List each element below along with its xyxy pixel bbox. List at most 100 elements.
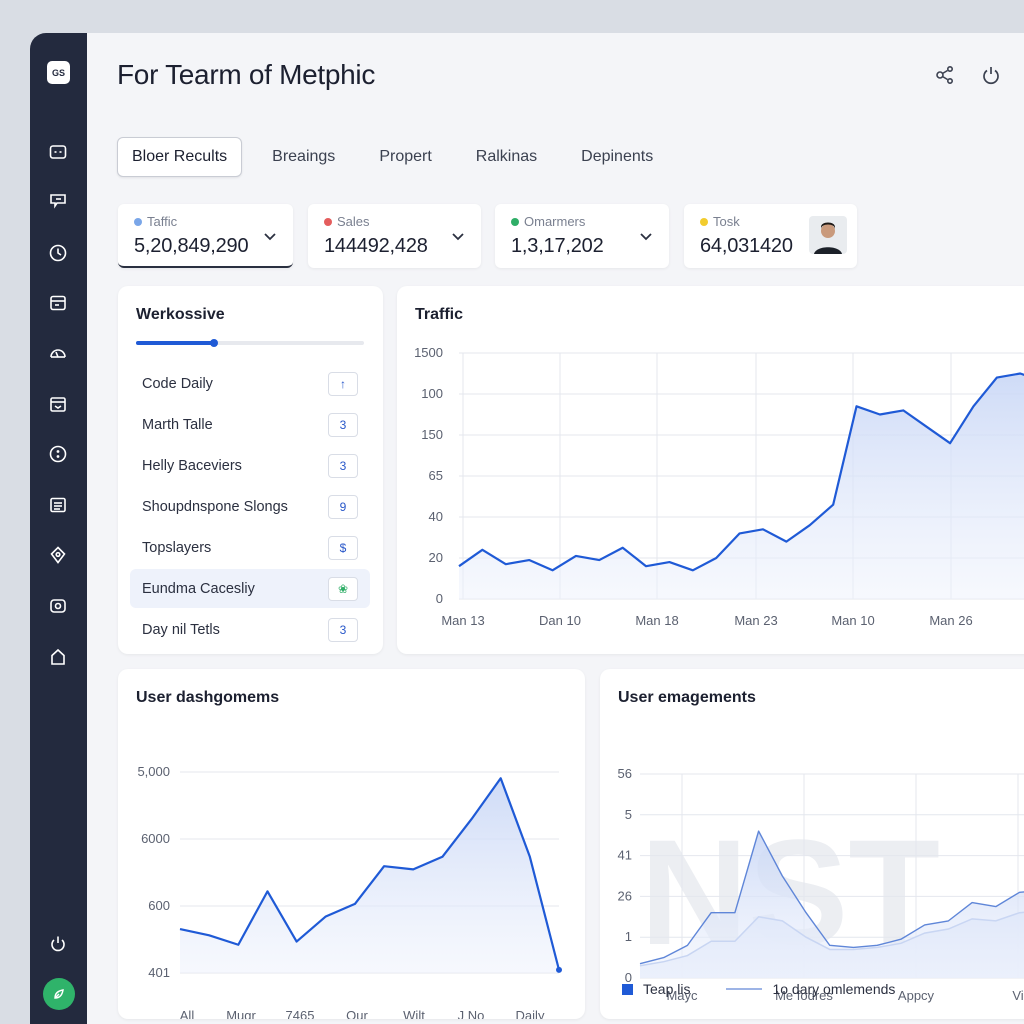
status-dot	[511, 217, 519, 226]
count-badge[interactable]: 3	[328, 453, 358, 478]
list-item-label: Day nil Tetls	[142, 621, 220, 638]
legend-label-primary: Teap lis	[643, 981, 691, 997]
x-tick-label: Daily	[516, 1008, 545, 1019]
inbox-icon[interactable]	[47, 141, 69, 163]
y-tick-label: 600	[148, 898, 170, 913]
chevron-down-icon[interactable]	[451, 232, 465, 242]
count-badge[interactable]: 3	[328, 617, 358, 642]
camera-icon[interactable]	[47, 595, 69, 617]
list-item[interactable]: Marth Talle 3	[130, 405, 370, 444]
stat-avatar	[809, 216, 847, 254]
count-badge[interactable]: 3	[328, 412, 358, 437]
app-logo[interactable]: GS	[47, 61, 70, 84]
tab-ralkinas[interactable]: Ralkinas	[462, 138, 551, 176]
x-tick-label: Mugr	[226, 1008, 256, 1019]
workouts-progress	[136, 339, 364, 347]
count-badge[interactable]: $	[328, 535, 358, 560]
more-icon[interactable]	[47, 443, 69, 465]
list-item-label: Marth Talle	[142, 416, 213, 433]
list-item[interactable]: Day nil Tetls 3	[130, 610, 370, 649]
share-icon[interactable]	[932, 62, 958, 88]
y-tick-label: 20	[429, 550, 443, 565]
power-icon[interactable]	[978, 62, 1004, 88]
chart-legend: Teap lis 1o dary omlemends	[622, 981, 895, 997]
chevron-down-icon[interactable]	[639, 232, 653, 242]
area-fill	[459, 373, 1024, 599]
status-button[interactable]	[43, 978, 75, 1010]
x-tick-label: J No	[458, 1008, 485, 1019]
count-badge[interactable]: ❀	[328, 576, 358, 601]
gauge-icon[interactable]	[47, 342, 69, 364]
leaf-icon	[54, 989, 64, 999]
x-tick-label: Man 10	[831, 613, 874, 628]
legend-label-secondary: 1o dary omlemends	[772, 981, 896, 997]
clock-icon[interactable]	[47, 242, 69, 264]
x-tick-label: Man 26	[929, 613, 972, 628]
status-dot	[134, 217, 142, 226]
list-item[interactable]: Eundma Cacesliy ❀	[130, 569, 370, 608]
y-tick-label: 100	[421, 386, 443, 401]
workouts-title: Werkossive	[136, 306, 225, 323]
top-actions	[932, 59, 1024, 91]
user-engagements-card: User emagements NST565412610MaycMe fodre…	[600, 669, 1024, 1019]
stat-card-omarmers[interactable]: Omarmers 1,3,17,202	[495, 204, 669, 268]
y-tick-label: 26	[618, 888, 632, 903]
traffic-chart: 1500 100 150 65 40 20 0 Man 13 Dan 10 Man 18 Man 2…	[414, 345, 1024, 628]
list-item-label: Shoupdnspone Slongs	[142, 498, 288, 515]
x-tick-label: All	[180, 1008, 195, 1019]
progress-fill	[136, 339, 218, 347]
status-dot	[324, 217, 332, 226]
workouts-list: Code Daily ↑ Marth Talle 3 Helly Baceviers 3 S…	[130, 364, 370, 651]
user-dash-chart: 5,000 6000 600 401 All Mugr 7465 Our Wilt J No Dai…	[137, 764, 562, 1019]
y-tick-label: 5	[625, 807, 632, 822]
y-tick-label: 40	[429, 509, 443, 524]
stat-value: 144492,428	[324, 235, 428, 257]
tab-depinents[interactable]: Depinents	[567, 138, 667, 176]
x-tick-label: Wilt	[403, 1008, 425, 1019]
y-tick-label: 0	[436, 591, 443, 606]
stat-card-tosk[interactable]: Tosk 64,031420	[684, 204, 857, 268]
list-icon[interactable]	[47, 494, 69, 516]
count-badge[interactable]: 9	[328, 494, 358, 519]
stat-label: Taffic	[147, 214, 178, 229]
location-icon[interactable]	[47, 544, 69, 566]
x-tick-label: Dan 10	[539, 613, 581, 628]
list-item[interactable]: Topslayers $	[130, 528, 370, 567]
x-tick-label: Man 23	[734, 613, 777, 628]
power-icon[interactable]	[47, 933, 69, 955]
stat-label: Tosk	[713, 214, 740, 229]
tab-breaings[interactable]: Breaings	[258, 138, 349, 176]
list-item-label: Helly Baceviers	[142, 457, 242, 474]
list-item[interactable]: Helly Baceviers 3	[130, 446, 370, 485]
y-tick-label: 1	[625, 929, 632, 944]
chevron-down-icon[interactable]	[263, 232, 277, 242]
stat-value: 1,3,17,202	[511, 235, 604, 257]
y-tick-label: 401	[148, 965, 170, 980]
x-tick-label: Vi	[1012, 988, 1023, 1003]
tab-propert[interactable]: Propert	[365, 138, 445, 176]
y-tick-label: 6000	[141, 831, 170, 846]
count-badge[interactable]: ↑	[328, 371, 358, 396]
workouts-card: Werkossive Code Daily ↑ Marth Talle 3 Helly …	[118, 286, 383, 654]
user-dash-card: User dashgomems 5,000 6000 600 401 All Mugr 74…	[118, 669, 585, 1019]
list-item[interactable]: Shoupdnspone Slongs 9	[130, 487, 370, 526]
tab-bloer-recults[interactable]: Bloer Recults	[117, 137, 243, 177]
gift-icon[interactable]	[47, 393, 69, 415]
data-point	[556, 966, 562, 973]
legend-swatch-secondary	[726, 988, 763, 990]
sidebar: GS	[30, 33, 87, 1024]
list-item-label: Code Daily	[142, 375, 213, 392]
y-tick-label: 1500	[414, 345, 443, 360]
calendar-icon[interactable]	[47, 292, 69, 314]
list-item[interactable]: Code Daily ↑	[130, 364, 370, 403]
stat-card-sales[interactable]: Sales 144492,428	[308, 204, 481, 268]
tab-bar: Bloer Recults Breaings Propert Ralkinas …	[117, 137, 683, 177]
x-tick-label: Our	[346, 1008, 368, 1019]
list-item-label: Eundma Cacesliy	[142, 580, 255, 597]
x-tick-label: Man 18	[635, 613, 678, 628]
status-dot	[700, 217, 708, 226]
home-icon[interactable]	[47, 646, 69, 668]
y-tick-label: 41	[618, 848, 632, 863]
stat-card-traffic[interactable]: Taffic 5,20,849,290	[118, 204, 293, 268]
board-icon[interactable]	[47, 191, 69, 213]
